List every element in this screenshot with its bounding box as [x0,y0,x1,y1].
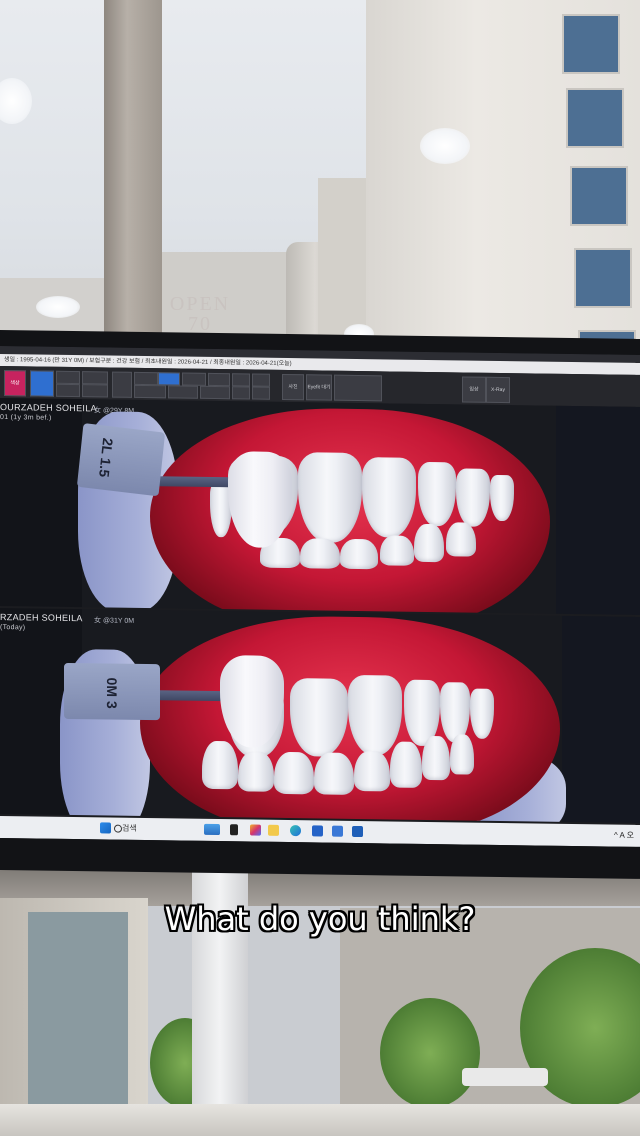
pin-button[interactable] [30,370,54,397]
photo-scene: OPEN 70 생일 : 1995-04-16 (만 31Y 0M) / 보험구… [0,0,640,1136]
age-label: 女 @31Y 0M [94,617,135,625]
toolbar-button[interactable] [252,373,270,387]
patient-name: OURZADEH SOHEILA 01 (1y 3m bef.) [0,402,97,422]
xray-button[interactable]: X-Ray [486,376,510,404]
visit-date: (Today) [0,624,26,632]
app-icon[interactable] [352,825,363,838]
image-panel-before: OURZADEH SOHEILA 01 (1y 3m bef.) 女 @29Y … [0,398,640,615]
panel-sidebar [0,398,82,608]
windows-start-icon[interactable] [100,822,111,834]
toolbar-button[interactable] [252,386,270,400]
task-view-icon[interactable] [230,824,238,836]
toolbar-button[interactable] [134,371,158,386]
toolbar-button[interactable] [208,372,230,387]
toolbar-button[interactable] [182,372,206,386]
patient-name: RZADEH SOHEILA (Today) [0,612,83,632]
shade-guide-tab: 2L 1.5 [76,423,166,497]
toolbar-button[interactable] [158,372,180,386]
edge-browser-icon[interactable] [290,825,301,837]
mouth-photo-after [140,613,560,823]
taskbar-search-label[interactable]: 검색 [122,823,137,834]
visit-date: 01 (1y 3m bef.) [0,414,52,422]
image-panel-after: RZADEH SOHEILA (Today) 女 @31Y 0M 0M 3 [0,608,640,823]
toolbar-button[interactable] [134,384,166,399]
clinic-button[interactable]: 임상 [462,376,486,403]
toolbar-button[interactable] [232,373,250,387]
toolbar-button[interactable] [56,383,80,398]
file-explorer-icon[interactable] [268,824,279,836]
shade-code: 2L 1.5 [96,437,117,479]
toolbar-button[interactable] [168,385,198,399]
shade-guide-tab: 0M 3 [64,662,160,721]
photo-button[interactable]: 사진 [282,373,304,401]
window-pane-left [28,912,128,1132]
window-handle [462,1068,548,1086]
panel-right [556,405,640,615]
ceiling-light [36,296,80,318]
building-right [366,0,640,364]
shade-code: 0M 3 [104,677,120,709]
copilot-icon[interactable] [250,824,261,836]
mouth-photo-before [150,406,550,615]
widgets-icon[interactable] [204,823,220,836]
toolbar-button[interactable] [200,385,230,400]
toolbar-button[interactable] [82,371,108,385]
store-icon[interactable] [312,825,323,837]
app-icon[interactable] [332,825,343,837]
window-frame [104,0,162,360]
ceiling-light [420,128,470,164]
toolbar-button[interactable] [82,384,108,398]
toolbar-button[interactable] [56,370,80,385]
home-button[interactable]: 색상 [4,370,26,397]
video-caption: What do you think? [164,900,476,938]
eyefit-button[interactable]: Eyefit 대기 [306,374,332,401]
tree [380,998,480,1108]
window-base [0,1104,640,1136]
monitor: 생일 : 1995-04-16 (만 31Y 0M) / 보험구분 : 건강 보… [0,330,640,879]
toolbar-button[interactable] [112,371,132,398]
toolbar-button[interactable] [232,386,250,400]
monitor-screen: 생일 : 1995-04-16 (만 31Y 0M) / 보험구분 : 건강 보… [0,346,640,847]
search-icon[interactable] [114,824,122,833]
memo-box[interactable] [334,374,382,402]
system-tray[interactable]: ^ A 오 [614,830,634,841]
panel-right [562,615,640,823]
